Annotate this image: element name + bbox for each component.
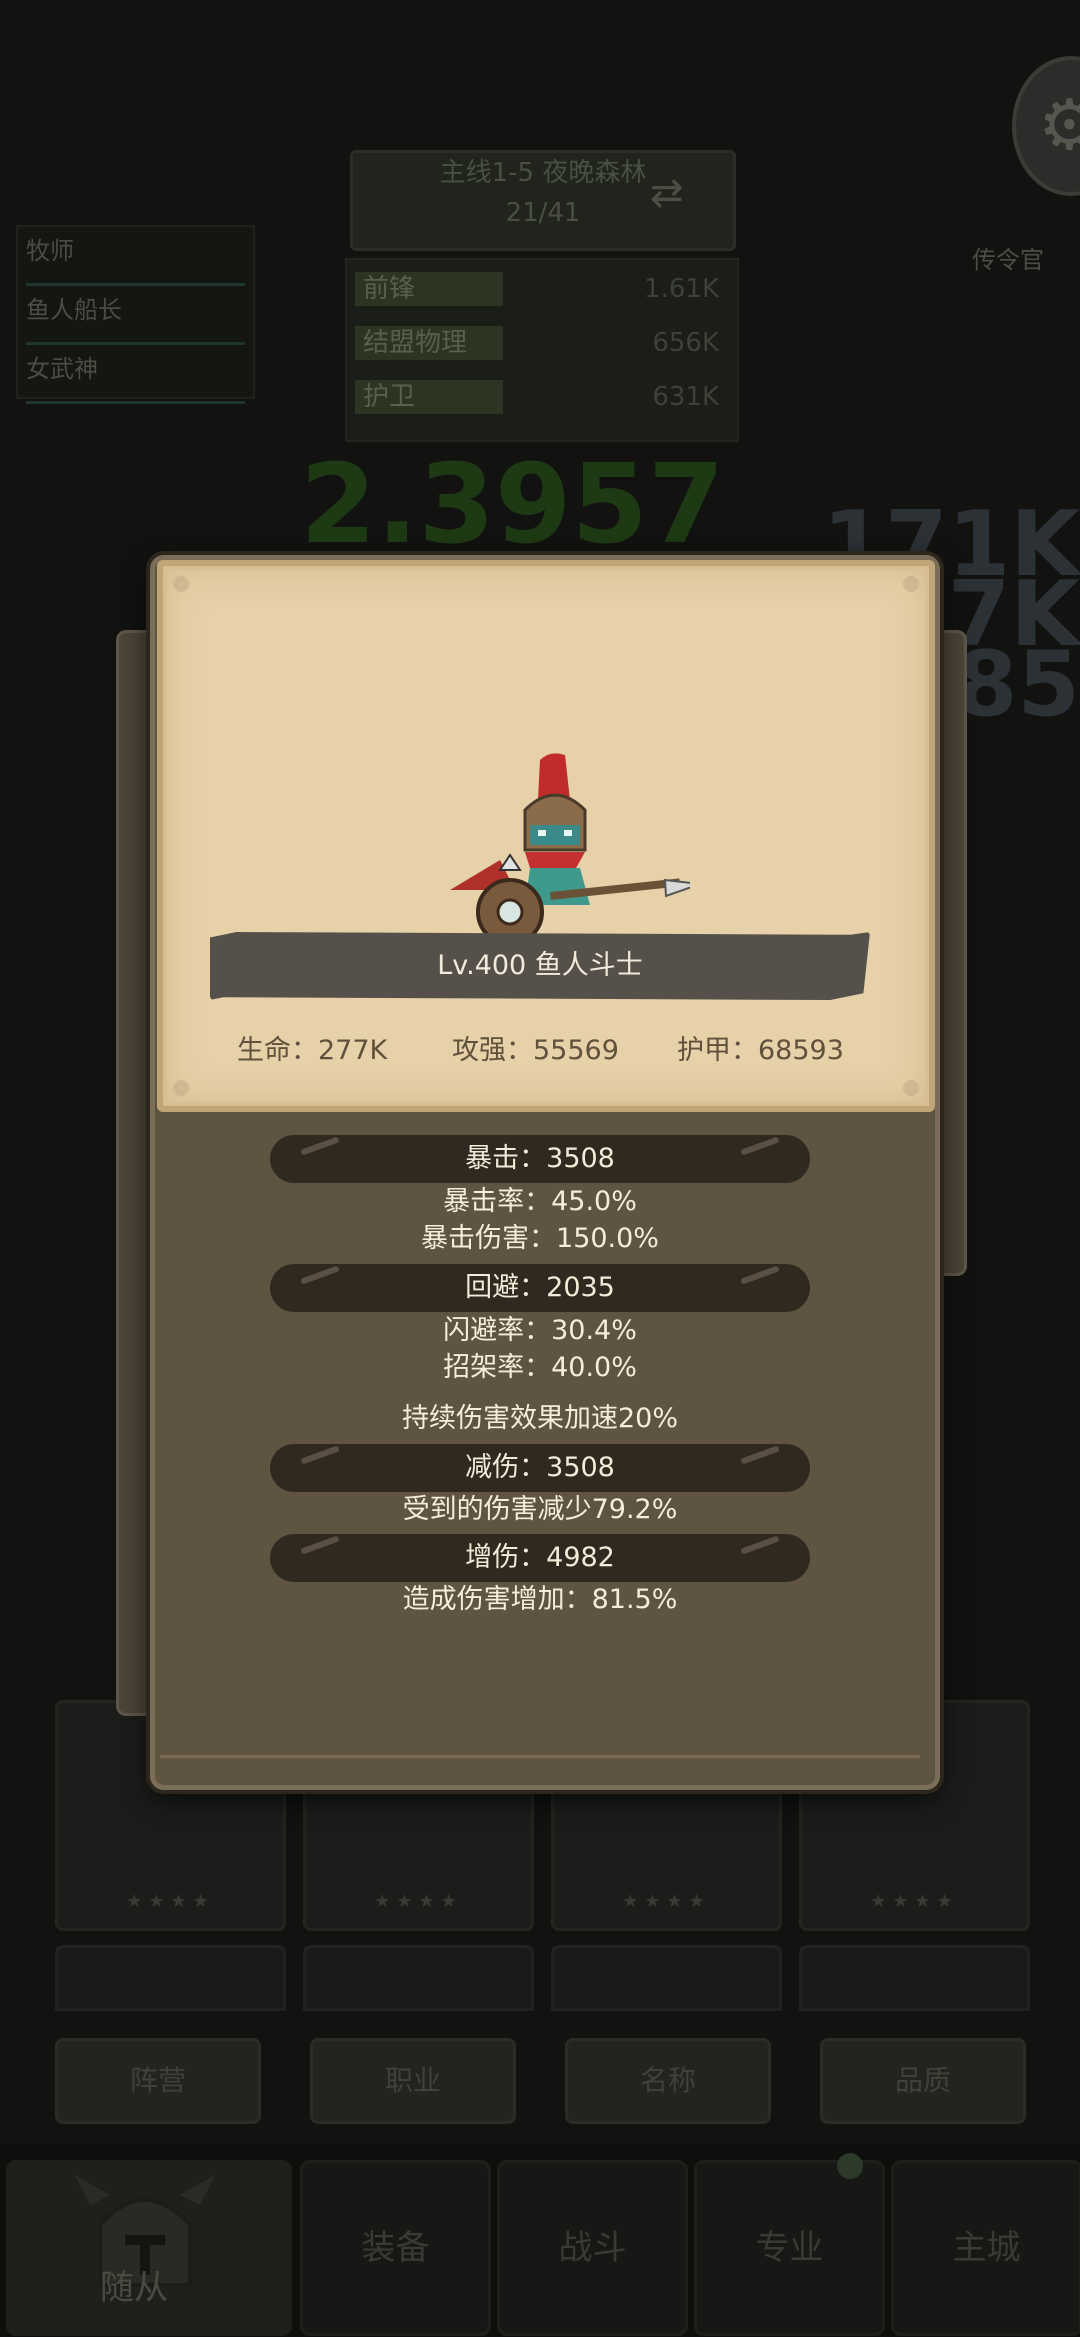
gear-icon: ⚙ <box>1038 84 1080 166</box>
background-stat-value: 631K <box>652 382 719 412</box>
background-stat-name: 结盟物理 <box>355 326 503 360</box>
card-rivet <box>903 1080 919 1096</box>
damage-reduction-stat: 减伤：3508 <box>465 1452 615 1483</box>
crit-stat: 暴击：3508 <box>465 1143 615 1174</box>
nav-tab-equipment[interactable]: 装备 <box>300 2160 491 2336</box>
crit-rate: 暴击率：45.0% <box>443 1186 637 1217</box>
dodge-stat: 回避：2035 <box>465 1272 615 1303</box>
swap-arrows-icon[interactable]: ⇄ <box>650 170 684 216</box>
unit-card[interactable] <box>799 1945 1030 2011</box>
background-power-number: 2.3957 <box>300 440 725 568</box>
left-list-item[interactable]: 女武神 <box>26 349 245 404</box>
dodge-rate: 闪避率：30.4% <box>443 1315 637 1346</box>
sort-faction-button[interactable]: 阵营 <box>55 2038 261 2124</box>
unit-hp: 生命：277K <box>237 1035 388 1066</box>
notification-dot <box>837 2153 863 2179</box>
background-stat-value: 656K <box>652 328 719 358</box>
background-stat-row: 前锋 1.61K <box>355 266 729 314</box>
murloc-gladiator-portrait <box>450 753 690 946</box>
sort-class-button[interactable]: 职业 <box>310 2038 516 2124</box>
left-list-item[interactable]: 牧师 <box>26 231 245 286</box>
background-stat-list: 前锋 1.61K 结盟物理 656K 护卫 631K <box>345 258 739 442</box>
damage-increase-stat: 增伤：4982 <box>465 1542 615 1573</box>
background-stat-row: 结盟物理 656K <box>355 320 729 368</box>
star-rating: ★★★★ <box>622 1891 711 1912</box>
star-rating: ★★★★ <box>870 1891 959 1912</box>
card-rivet <box>173 576 189 592</box>
background-left-list: 牧师 鱼人船长 女武神 <box>16 225 255 404</box>
card-rivet <box>903 576 919 592</box>
unit-attack: 攻强：55569 <box>452 1035 619 1066</box>
card-rivet <box>173 1080 189 1096</box>
background-stat-row: 护卫 631K <box>355 374 729 422</box>
nav-tab-main-city[interactable]: 主城 <box>891 2160 1080 2336</box>
dot-bonus: 持续伤害效果加速20% <box>401 1403 678 1434</box>
star-rating: ★★★★ <box>374 1891 463 1912</box>
background-stat-name: 护卫 <box>355 380 503 414</box>
unit-armor: 护甲：68593 <box>677 1035 844 1066</box>
star-rating: ★★★★ <box>126 1891 215 1912</box>
damage-increase-effect: 造成伤害增加：81.5% <box>402 1584 678 1615</box>
unit-card[interactable] <box>303 1945 534 2011</box>
sort-name-button[interactable]: 名称 <box>565 2038 771 2124</box>
parry-rate: 招架率：40.0% <box>443 1352 637 1383</box>
nav-tab-profession[interactable]: 专业 <box>694 2160 885 2336</box>
background-right-title: 传令官 <box>972 246 1044 274</box>
damage-reduction-effect: 受到的伤害减少79.2% <box>402 1494 678 1525</box>
panel-divider <box>160 1755 920 1758</box>
nav-tab-battle[interactable]: 战斗 <box>497 2160 688 2336</box>
unit-card[interactable] <box>55 1945 286 2011</box>
crit-damage: 暴击伤害：150.0% <box>421 1223 659 1254</box>
settings-button[interactable]: ⚙ <box>1012 56 1080 196</box>
sort-quality-button[interactable]: 品质 <box>820 2038 1026 2124</box>
unit-name-level: Lv.400 鱼人斗士 <box>437 950 643 981</box>
background-stat-name: 前锋 <box>355 272 503 306</box>
nav-tab-followers-label: 随从 <box>100 2268 168 2308</box>
background-stat-value: 1.61K <box>644 274 719 304</box>
unit-card[interactable] <box>551 1945 782 2011</box>
left-list-item[interactable]: 鱼人船长 <box>26 290 245 345</box>
